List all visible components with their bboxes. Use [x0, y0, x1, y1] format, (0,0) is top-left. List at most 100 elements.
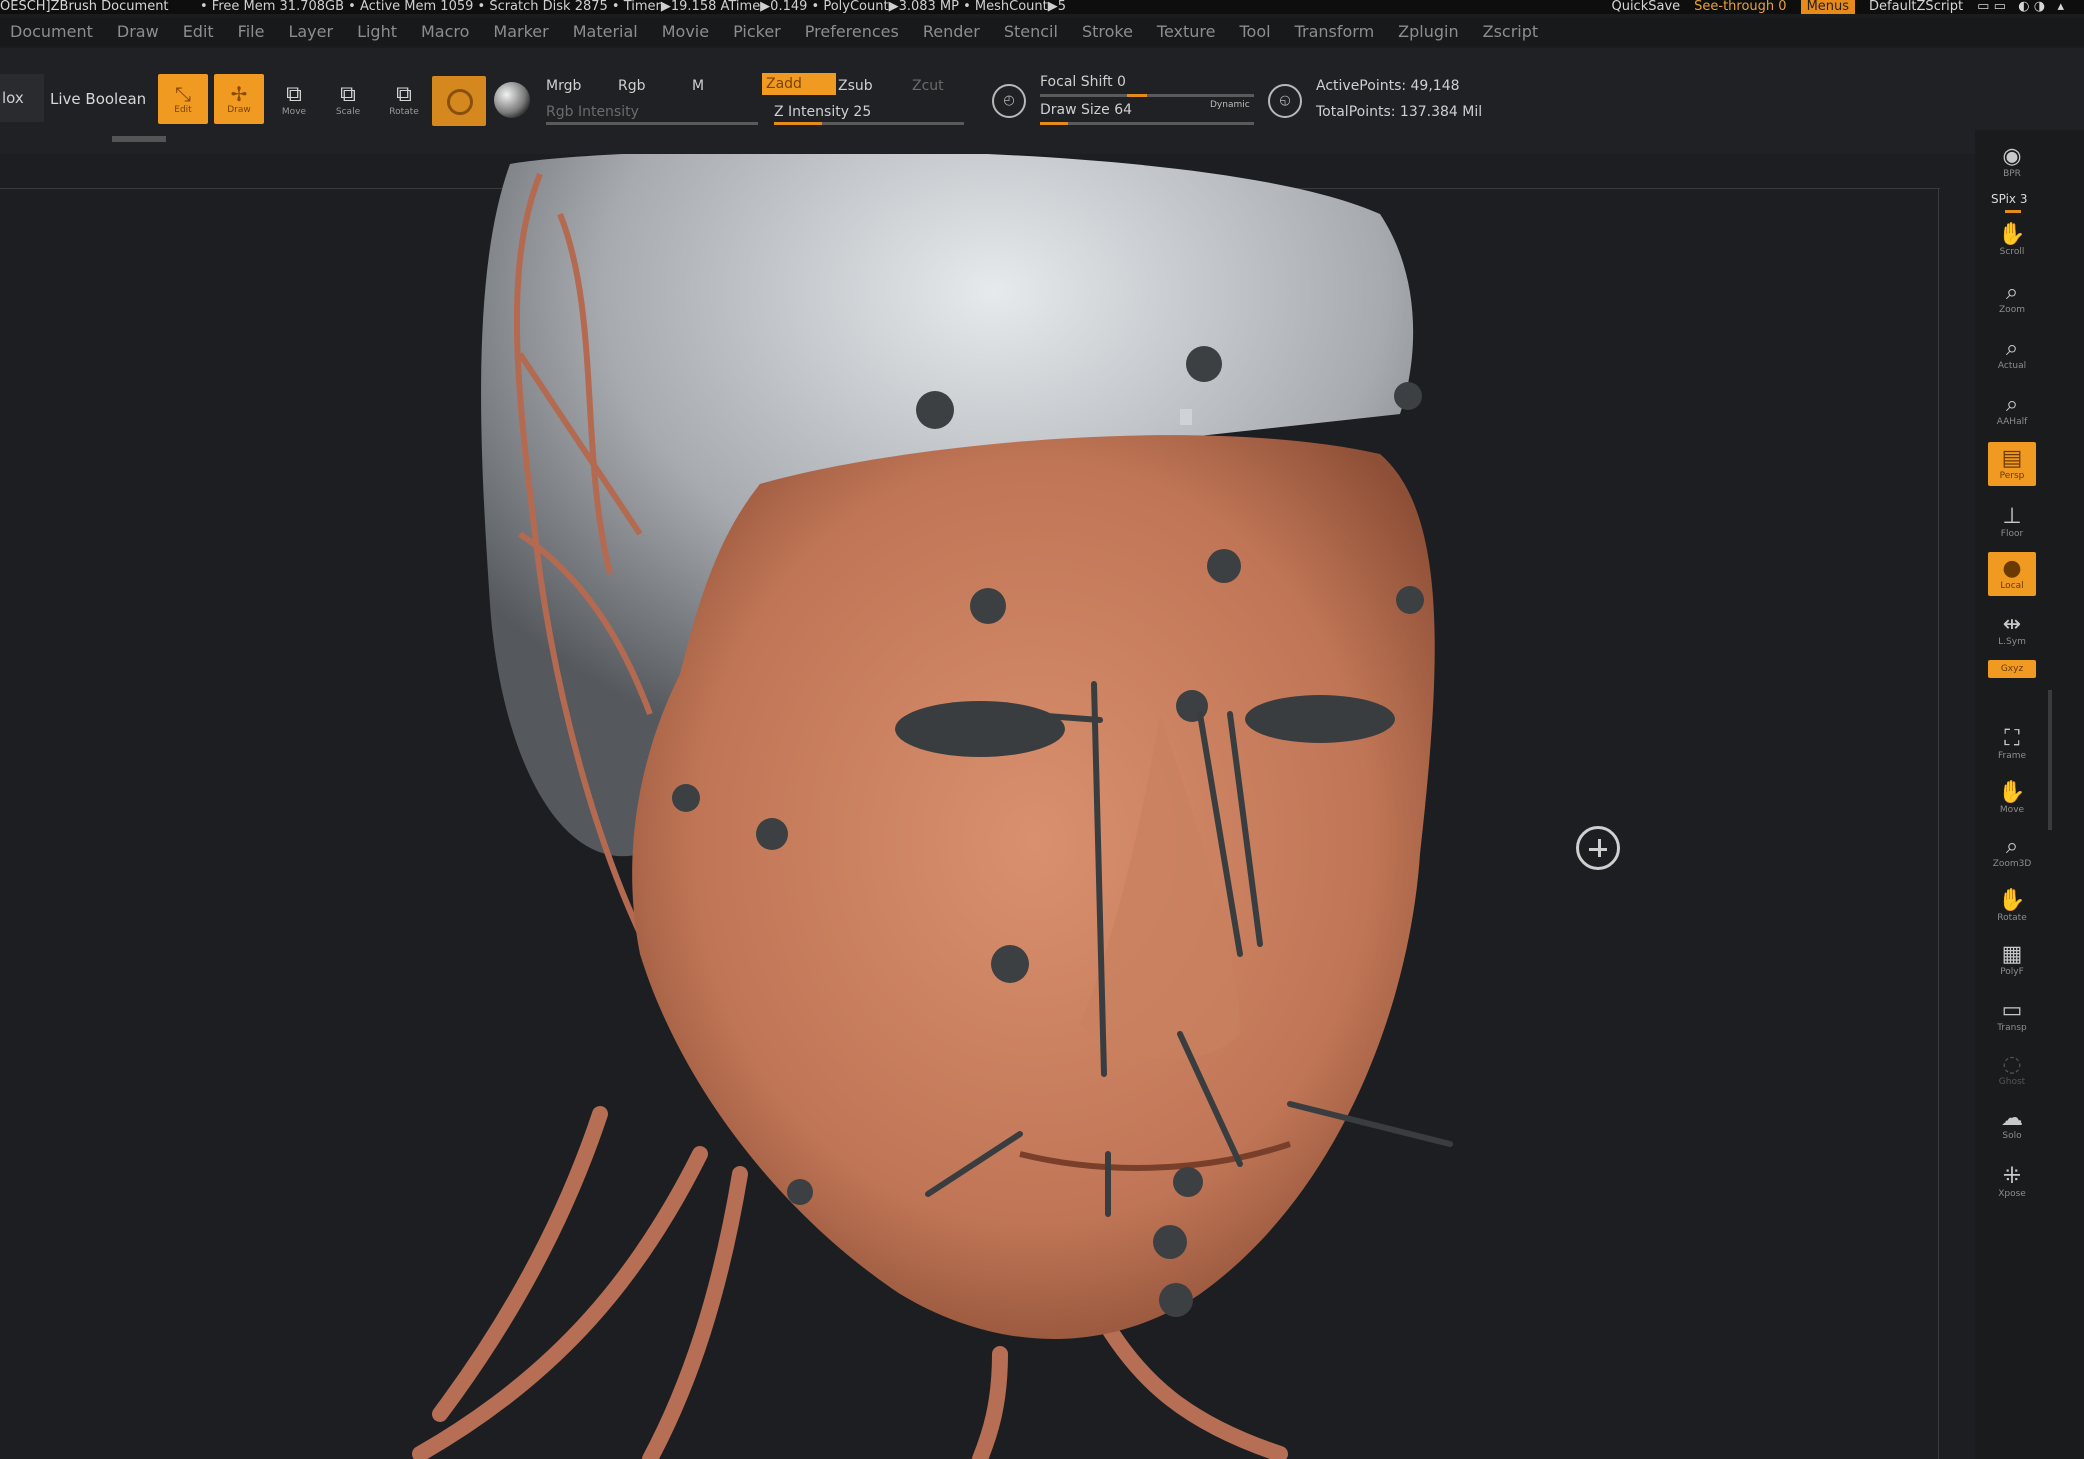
menu-movie[interactable]: Movie [650, 18, 721, 46]
menu-render[interactable]: Render [911, 18, 992, 46]
rgb-button[interactable]: Rgb [618, 78, 646, 94]
spix-slider[interactable]: SPix 3 [1991, 192, 2027, 206]
ghost-label: Ghost [1998, 1077, 2026, 1087]
see-through-slider[interactable]: See-through 0 [1694, 0, 1786, 14]
edit-button[interactable]: ⤡ Edit [158, 74, 208, 124]
scale-icon: ⧉ [340, 82, 356, 107]
menus-toggle[interactable]: Menus [1800, 0, 1856, 14]
z-intensity-slider[interactable]: Z Intensity 25 [774, 104, 871, 120]
frame-icon: ⛶ [2004, 726, 2020, 751]
zoom3d-button[interactable]: ⌕ Zoom3D [1988, 830, 2036, 874]
small-marker [1180, 409, 1192, 425]
focal-shift-knob [1127, 94, 1147, 97]
menu-picker[interactable]: Picker [721, 18, 793, 46]
edit-label: Edit [174, 105, 192, 115]
scale-button[interactable]: ⧉ Scale [326, 78, 370, 122]
lsym-label: L.Sym [1998, 637, 2026, 647]
scroll-label: Scroll [1999, 247, 2025, 257]
zadd-button[interactable]: Zadd [762, 73, 836, 95]
points-stats-icon[interactable]: ◵ [1268, 84, 1302, 118]
scroll-button[interactable]: ✋ Scroll [1988, 218, 2036, 262]
lsym-button[interactable]: ⇹ L.Sym [1988, 608, 2036, 652]
spix-indicator [2005, 210, 2021, 213]
focal-shift-slider[interactable]: Focal Shift 0 [1040, 74, 1126, 90]
sculpt-model[interactable] [0, 154, 1975, 1459]
move-view-icon: ✋ [1998, 780, 2026, 805]
floor-button[interactable]: ⊥ Floor [1988, 500, 2036, 544]
draw-size-track[interactable] [1040, 122, 1254, 125]
xpose-button[interactable]: ⁜ Xpose [1988, 1160, 2036, 1204]
local-icon: ● [2002, 556, 2022, 581]
menu-layer[interactable]: Layer [276, 18, 345, 46]
rotate-button[interactable]: ⧉ Rotate [382, 78, 426, 122]
live-boolean-indicator [112, 136, 166, 142]
menu-tool[interactable]: Tool [1228, 18, 1283, 46]
lightbox-button[interactable]: lox [0, 74, 44, 122]
stroke-settings-icon[interactable]: ◴ [992, 84, 1026, 118]
menu-light[interactable]: Light [345, 18, 409, 46]
zoom-icon: ⌕ [2005, 280, 2019, 305]
shelf-scrollbar[interactable] [2048, 690, 2052, 830]
xpose-label: Xpose [1998, 1189, 2026, 1199]
draw-size-slider[interactable]: Draw Size 64 [1040, 102, 1132, 118]
rgb-intensity-slider[interactable]: Rgb Intensity [546, 104, 639, 120]
actual-button[interactable]: ⌕ Actual [1988, 332, 2036, 376]
ghost-icon: ◌ [2002, 1052, 2022, 1077]
menu-file[interactable]: File [226, 18, 277, 46]
menu-stroke[interactable]: Stroke [1070, 18, 1145, 46]
menu-preferences[interactable]: Preferences [793, 18, 911, 46]
menu-marker[interactable]: Marker [481, 18, 560, 46]
title-right-controls: QuickSave See-through 0 Menus DefaultZSc… [1611, 0, 2064, 14]
material-sphere-icon[interactable] [494, 82, 530, 118]
xyz-button[interactable]: Gxyz [1988, 660, 2036, 678]
rotate-icon: ⧉ [396, 82, 412, 107]
menu-material[interactable]: Material [561, 18, 650, 46]
ghost-button[interactable]: ◌ Ghost [1988, 1048, 2036, 1092]
live-boolean-button[interactable]: Live Boolean [50, 90, 146, 108]
transp-button[interactable]: ▭ Transp [1988, 994, 2036, 1038]
zsub-button[interactable]: Zsub [838, 78, 873, 94]
menu-zscript[interactable]: Zscript [1471, 18, 1551, 46]
solo-button[interactable]: ☁ Solo [1988, 1102, 2036, 1146]
mrgb-button[interactable]: Mrgb [546, 78, 581, 94]
bpr-button[interactable]: ◉ BPR [1988, 140, 2036, 184]
menu-texture[interactable]: Texture [1145, 18, 1228, 46]
rotate-view-label: Rotate [1997, 913, 2027, 923]
title-bar: OESCH]ZBrush Document • Free Mem 31.708G… [0, 0, 2084, 14]
rgb-intensity-track[interactable] [546, 122, 758, 125]
persp-icon: ▤ [2001, 446, 2023, 471]
rotate-view-icon: ✋ [1998, 888, 2026, 913]
aahalf-button[interactable]: ⌕ AAHalf [1988, 388, 2036, 432]
rotate-view-button[interactable]: ✋ Rotate [1988, 884, 2036, 928]
move-view-button[interactable]: ✋ Move [1988, 776, 2036, 820]
persp-button[interactable]: ▤ Persp [1988, 442, 2036, 486]
canvas-viewport[interactable] [0, 154, 1975, 1459]
draw-button[interactable]: ✢ Draw [214, 74, 264, 124]
m-button[interactable]: M [692, 78, 704, 94]
document-title: OESCH]ZBrush Document [0, 0, 169, 14]
scale-label: Scale [335, 107, 361, 117]
edit-icon: ⤡ [175, 82, 191, 106]
move-button[interactable]: ⧉ Move [272, 78, 316, 122]
quicksave-button[interactable]: QuickSave [1611, 0, 1680, 14]
brush-cursor-icon [1576, 826, 1620, 870]
menu-transform[interactable]: Transform [1283, 18, 1387, 46]
default-zscript-button[interactable]: DefaultZScript [1869, 0, 1963, 14]
menu-edit[interactable]: Edit [171, 18, 226, 46]
frame-button[interactable]: ⛶ Frame [1988, 722, 2036, 766]
menu-macro[interactable]: Macro [409, 18, 481, 46]
menu-stencil[interactable]: Stencil [992, 18, 1070, 46]
dynamic-toggle[interactable]: Dynamic [1210, 100, 1250, 110]
face-skin [632, 435, 1435, 1340]
brush-stroke-button[interactable] [432, 76, 486, 126]
zoom-button[interactable]: ⌕ Zoom [1988, 276, 2036, 320]
menu-zplugin[interactable]: Zplugin [1386, 18, 1470, 46]
menu-document[interactable]: Document [0, 18, 105, 46]
window-controls-icon[interactable]: ▭ ▭ ◐ ◑ ▴ [1977, 0, 2064, 14]
local-button[interactable]: ● Local [1988, 552, 2036, 596]
menu-draw[interactable]: Draw [105, 18, 171, 46]
focal-shift-track[interactable] [1040, 94, 1254, 97]
polyf-button[interactable]: ▦ PolyF [1988, 938, 2036, 982]
active-points-label: ActivePoints: 49,148 [1316, 78, 1460, 94]
zcut-button[interactable]: Zcut [912, 78, 944, 94]
